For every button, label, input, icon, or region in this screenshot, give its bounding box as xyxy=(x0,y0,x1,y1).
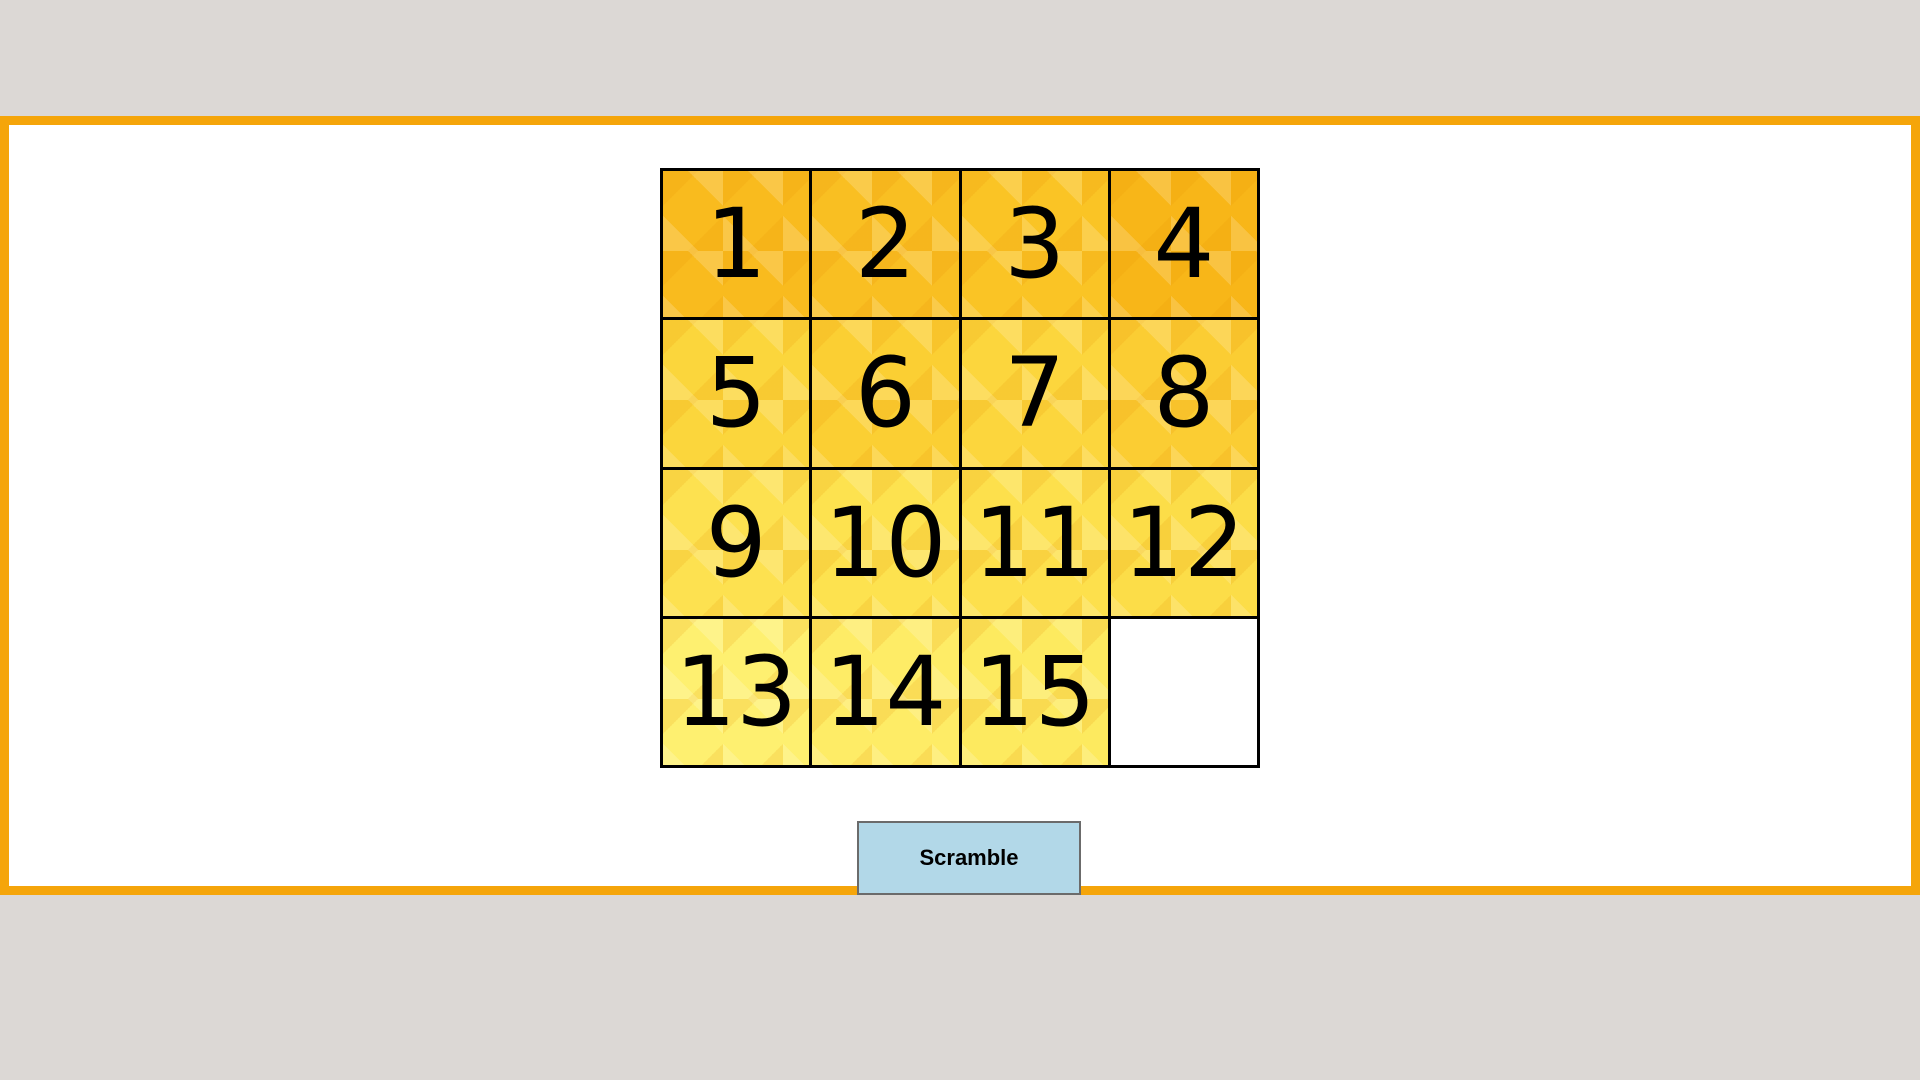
tile-label: 12 xyxy=(1122,486,1245,599)
tile-label: 10 xyxy=(824,486,947,599)
tile-label: 3 xyxy=(1004,188,1066,301)
tile-label: 14 xyxy=(824,635,947,748)
tile-6[interactable]: 6 xyxy=(812,320,959,467)
tile-label: 1 xyxy=(705,188,767,301)
tile-3[interactable]: 3 xyxy=(961,171,1108,318)
tile-14[interactable]: 14 xyxy=(812,618,959,765)
tile-4[interactable]: 4 xyxy=(1110,171,1257,318)
tile-7[interactable]: 7 xyxy=(961,320,1108,467)
tile-label: 15 xyxy=(973,635,1096,748)
tile-label: 6 xyxy=(854,337,916,450)
tile-11[interactable]: 11 xyxy=(961,469,1108,616)
tile-10[interactable]: 10 xyxy=(812,469,959,616)
tile-label: 4 xyxy=(1153,188,1215,301)
tile-label: 9 xyxy=(705,486,767,599)
puzzle-board: 1 2 3 4 5 6 7 8 9 10 11 12 13 14 15 xyxy=(660,168,1260,768)
tile-label: 7 xyxy=(1004,337,1066,450)
tile-label: 11 xyxy=(973,486,1096,599)
scramble-button[interactable]: Scramble xyxy=(857,821,1081,895)
tile-label: 13 xyxy=(675,635,798,748)
tile-15[interactable]: 15 xyxy=(961,618,1108,765)
tile-2[interactable]: 2 xyxy=(812,171,959,318)
tile-1[interactable]: 1 xyxy=(663,171,810,318)
empty-slot xyxy=(1110,618,1257,765)
tile-label: 8 xyxy=(1153,337,1215,450)
tile-5[interactable]: 5 xyxy=(663,320,810,467)
tile-9[interactable]: 9 xyxy=(663,469,810,616)
tile-12[interactable]: 12 xyxy=(1110,469,1257,616)
tile-8[interactable]: 8 xyxy=(1110,320,1257,467)
tile-13[interactable]: 13 xyxy=(663,618,810,765)
tile-label: 2 xyxy=(854,188,916,301)
game-frame: 1 2 3 4 5 6 7 8 9 10 11 12 13 14 15 Scra… xyxy=(0,116,1920,895)
tile-label: 5 xyxy=(705,337,767,450)
